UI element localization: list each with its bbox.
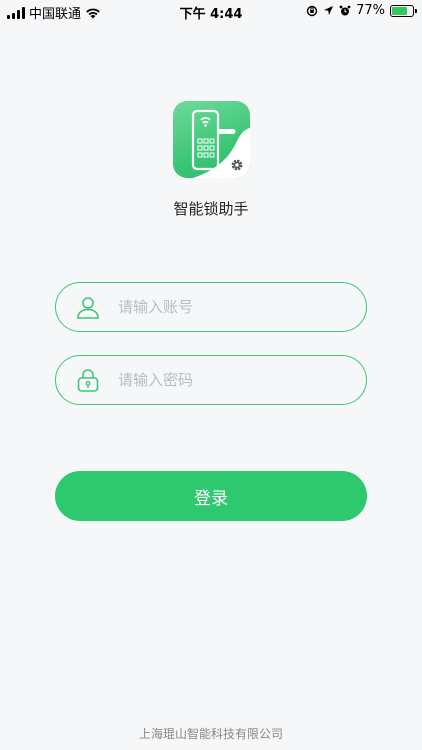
app-name: 智能锁助手 — [173, 200, 249, 218]
battery-icon — [390, 4, 417, 17]
login-button[interactable]: 登录 — [55, 471, 367, 521]
password-input[interactable] — [118, 356, 348, 404]
account-input[interactable] — [118, 283, 348, 331]
account-field[interactable] — [55, 282, 367, 332]
status-right: 77% — [306, 3, 417, 18]
password-field[interactable] — [55, 355, 367, 405]
smart-lock-icon — [173, 101, 250, 178]
company-footer: 上海琨山智能科技有限公司 — [138, 727, 283, 741]
status-bar: 中国联通 下午 4:44 77% — [0, 0, 422, 22]
battery-level — [392, 6, 408, 15]
battery-percent: 77% — [356, 3, 385, 18]
location-arrow-icon — [324, 6, 334, 15]
login-screen: 中国联通 下午 4:44 77% 智能锁助手 请输入账号 登录 上海琨山智能科技… — [0, 0, 422, 750]
lock-icon — [77, 369, 99, 392]
user-icon — [77, 297, 99, 319]
rotation-lock-icon — [306, 5, 318, 16]
alarm-icon — [339, 5, 351, 15]
